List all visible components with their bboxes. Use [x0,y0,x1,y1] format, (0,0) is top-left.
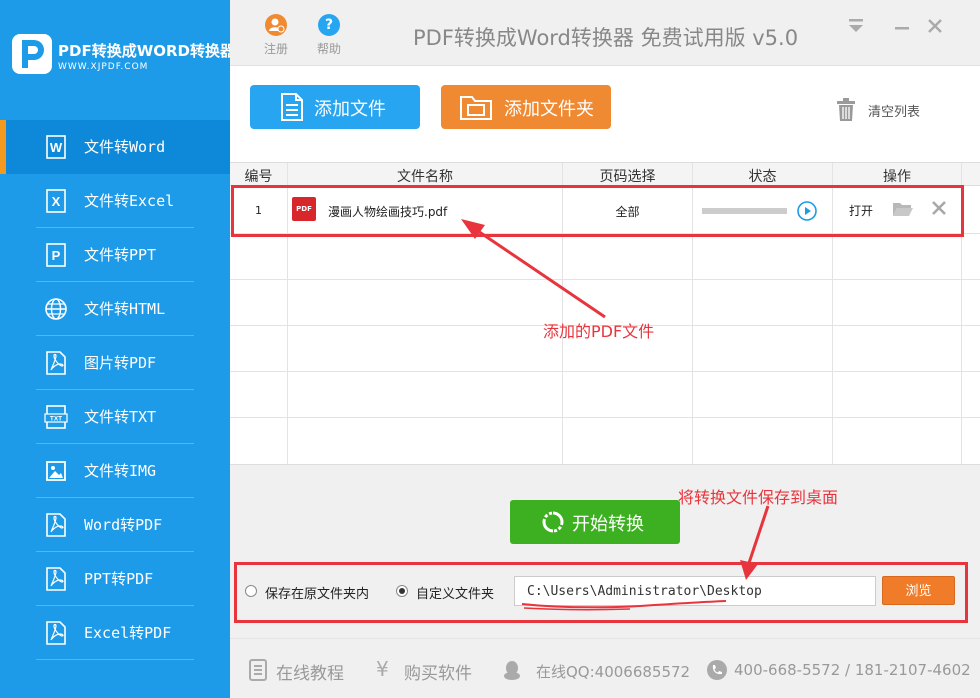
image-icon [46,461,66,481]
refresh-icon [542,511,564,533]
ppt-icon: P [46,243,66,267]
sidebar-item-file-to-excel[interactable]: X 文件转Excel [0,174,230,228]
add-file-label: 添加文件 [314,99,386,120]
svg-text:X: X [52,194,61,209]
document-icon [281,93,303,121]
sidebar-item-ppt-to-pdf[interactable]: PPT转PDF [0,552,230,606]
sidebar-item-file-to-html[interactable]: 文件转HTML [0,282,230,336]
logo-icon [12,34,52,74]
phone-icon [707,660,727,680]
pdf-icon [46,567,66,591]
grid-line [230,417,980,418]
column-header-pages: 页码选择 [599,169,656,185]
annotation-underline [521,600,727,611]
buy-software-label: 购买软件 [404,664,472,684]
sidebar-item-file-to-word[interactable]: W 文件转Word [0,120,230,174]
sidebar-item-label: 图片转PDF [84,354,157,372]
pdf-icon [46,621,66,645]
column-header-status: 状态 [748,169,777,185]
logo-url: WWW.XJPDF.COM [58,62,149,72]
sidebar: PDF转换成WORD转换器 WWW.XJPDF.COM W 文件转Word X … [0,0,235,698]
globe-icon [45,298,67,320]
sidebar-item-image-to-pdf[interactable]: 图片转PDF [0,336,230,390]
sidebar-item-word-to-pdf[interactable]: Word转PDF [0,498,230,552]
qq-icon [504,661,520,680]
add-folder-label: 添加文件夹 [504,99,594,120]
footer: 在线教程 ¥ 购买软件 在线QQ:4006685572 400-668-5572… [230,638,980,698]
column-header-index: 编号 [244,169,273,185]
app-logo: PDF转换成WORD转换器 WWW.XJPDF.COM [0,0,235,120]
svg-text:P: P [52,248,61,263]
word-icon: W [46,135,66,159]
add-file-button[interactable]: 添加文件 [250,85,420,129]
annotation-arrow [740,505,770,580]
sidebar-item-label: 文件转TXT [84,408,157,426]
yen-icon: ¥ [376,657,389,681]
excel-icon: X [46,189,66,213]
pdf-icon [46,351,66,375]
sidebar-nav: W 文件转Word X 文件转Excel P 文件转PPT 文件转HTML 图片… [0,120,230,660]
help-button[interactable]: ? 帮助 [309,14,349,57]
sidebar-item-file-to-ppt[interactable]: P 文件转PPT [0,228,230,282]
table-header: 编号 文件名称 页码选择 状态 操作 [230,163,980,186]
annotation-arrow [461,219,606,319]
logo-title: PDF转换成WORD转换器 [58,42,235,60]
sidebar-item-label: 文件转IMG [84,462,157,480]
sidebar-item-label: Word转PDF [84,516,163,534]
help-icon: ? [318,14,340,36]
close-icon [928,19,942,33]
grid-line [230,371,980,372]
svg-text:W: W [50,140,63,155]
help-label: 帮助 [316,42,341,56]
folder-icon [460,96,492,120]
sidebar-item-label: 文件转Excel [84,192,175,210]
svg-text:TXT: TXT [50,416,62,423]
menu-button[interactable] [844,16,868,40]
register-button[interactable]: 注册 [256,14,296,57]
sidebar-item-excel-to-pdf[interactable]: Excel转PDF [0,606,230,660]
start-convert-label: 开始转换 [572,514,644,535]
window-title: PDF转换成Word转换器 免费试用版 v5.0 [413,26,799,50]
highlight-box [234,562,968,623]
sidebar-item-file-to-img[interactable]: 文件转IMG [0,444,230,498]
register-label: 注册 [263,42,288,56]
toolbar: 添加文件 添加文件夹 清空列表 [230,66,980,162]
annotation-added-pdf: 添加的PDF文件 [543,322,655,341]
qq-label: 在线QQ:4006685572 [536,663,691,681]
clear-list-label: 清空列表 [868,105,921,120]
column-header-filename: 文件名称 [397,169,453,185]
sidebar-item-label: PPT转PDF [84,570,154,588]
trash-icon [837,98,855,121]
sidebar-item-label: 文件转HTML [84,300,166,318]
column-header-actions: 操作 [883,169,911,185]
clear-list-button[interactable]: 清空列表 [835,98,935,122]
sidebar-item-label: 文件转Word [84,138,166,156]
close-button[interactable] [923,16,947,40]
add-folder-button[interactable]: 添加文件夹 [441,85,611,129]
phone-label: 400-668-5572 / 181-2107-4602 [734,661,971,679]
online-tutorial-label: 在线教程 [276,664,344,684]
document-icon [249,659,267,681]
txt-icon: TXT [44,405,68,429]
menu-icon [849,19,863,32]
start-convert-button[interactable]: 开始转换 [510,500,680,544]
minimize-button[interactable] [890,16,914,40]
sidebar-item-label: 文件转PPT [84,246,157,264]
title-bar: 注册 ? 帮助 PDF转换成Word转换器 免费试用版 v5.0 [230,0,980,66]
pdf-icon [46,513,66,537]
sidebar-item-label: Excel转PDF [84,624,172,642]
sidebar-item-file-to-txt[interactable]: TXT 文件转TXT [0,390,230,444]
user-icon [265,14,287,36]
minimize-icon [895,27,909,30]
